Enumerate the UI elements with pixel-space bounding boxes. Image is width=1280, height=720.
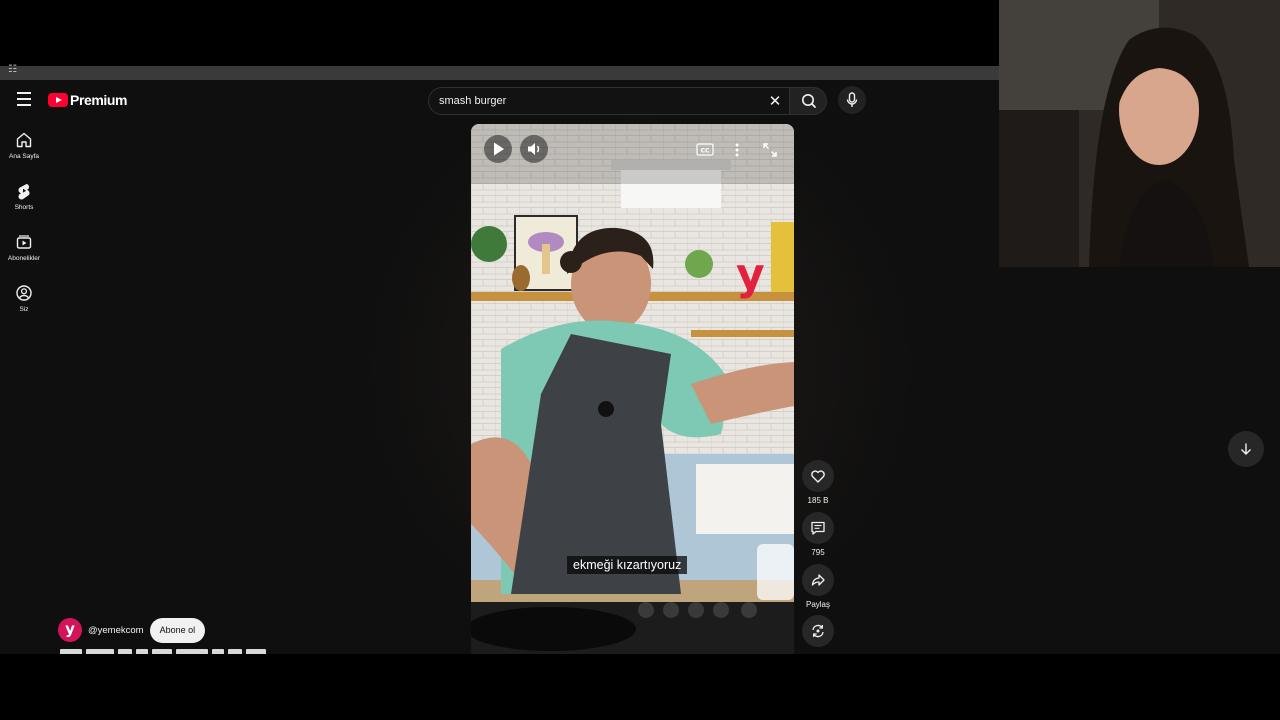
menu-button[interactable] xyxy=(14,92,34,108)
sidebar-item-label: Shorts xyxy=(14,204,34,211)
video-caption: ekmeği kızartıyoruz xyxy=(567,556,688,574)
share-label: Paylaş xyxy=(805,600,830,609)
window-strip xyxy=(0,66,1000,80)
comment-count: 795 xyxy=(811,548,825,557)
home-icon xyxy=(16,132,32,148)
clear-search-icon[interactable]: ✕ xyxy=(766,92,784,110)
remix-icon xyxy=(812,624,824,638)
captions-button[interactable]: CC xyxy=(696,143,714,156)
share-icon xyxy=(811,574,825,586)
volume-button[interactable] xyxy=(520,135,548,163)
sidebar-item-subscriptions[interactable]: Abonelikler xyxy=(0,233,48,262)
closed-captions-icon: CC xyxy=(696,143,714,156)
search-input[interactable] xyxy=(439,88,759,114)
screen: ☷ Premium ✕ xyxy=(0,0,1280,720)
comments-button[interactable] xyxy=(802,512,834,544)
search-box[interactable] xyxy=(428,87,790,115)
more-vert-icon xyxy=(735,143,739,157)
shorts-video-player[interactable]: y CC ekmeği kızartıyoruz xyxy=(471,124,794,654)
sidebar-item-label: Siz xyxy=(19,306,29,313)
sidebar-item-home[interactable]: Ana Sayfa xyxy=(0,131,48,160)
account-icon xyxy=(16,285,32,301)
svg-text:CC: CC xyxy=(701,148,710,155)
svg-text:y: y xyxy=(736,249,765,300)
heart-icon xyxy=(811,470,825,483)
expand-icon xyxy=(763,143,777,157)
subscriptions-icon xyxy=(16,235,32,249)
search-icon xyxy=(802,94,816,108)
youtube-play-icon xyxy=(48,93,68,107)
video-frame: y xyxy=(471,124,794,654)
channel-avatar[interactable]: y xyxy=(58,618,82,642)
webcam-overlay xyxy=(999,0,1280,267)
subscribe-button[interactable]: Abone ol xyxy=(149,617,206,643)
shorts-icon xyxy=(18,184,30,200)
like-action: 185 B xyxy=(802,460,834,505)
play-button[interactable] xyxy=(484,135,512,163)
channel-handle[interactable]: @yemekcom xyxy=(88,625,144,636)
sidebar-item-you[interactable]: Siz xyxy=(0,284,48,313)
volume-icon xyxy=(528,143,540,155)
comment-action: 795 xyxy=(802,512,834,557)
share-button[interactable] xyxy=(802,564,834,596)
sidebar-item-label: Ana Sayfa xyxy=(9,153,39,160)
share-action: Paylaş xyxy=(802,564,834,609)
like-button[interactable] xyxy=(802,460,834,492)
like-count: 185 B xyxy=(807,496,829,505)
remix-button[interactable] xyxy=(802,615,834,647)
video-title[interactable] xyxy=(60,649,330,654)
comment-icon xyxy=(811,521,825,535)
sidebar-item-label: Abonelikler xyxy=(7,255,41,262)
sidebar-item-shorts[interactable]: Shorts xyxy=(0,182,48,211)
play-icon xyxy=(494,142,504,156)
streamer-webcam xyxy=(999,0,1280,267)
more-options-button[interactable] xyxy=(732,142,742,158)
arrow-down-icon xyxy=(1241,443,1251,455)
youtube-premium-logo[interactable]: Premium xyxy=(48,92,128,108)
voice-search-button[interactable] xyxy=(838,86,866,114)
next-video-button[interactable] xyxy=(1228,431,1264,467)
fullscreen-button[interactable] xyxy=(762,142,778,158)
channel-info: y @yemekcom Abone ol xyxy=(58,616,206,644)
remix-action xyxy=(802,615,834,647)
brand-label: Premium xyxy=(70,92,128,108)
apps-grid-icon[interactable]: ☷ xyxy=(8,64,20,76)
search-button[interactable] xyxy=(789,87,827,115)
microphone-icon xyxy=(846,92,858,107)
